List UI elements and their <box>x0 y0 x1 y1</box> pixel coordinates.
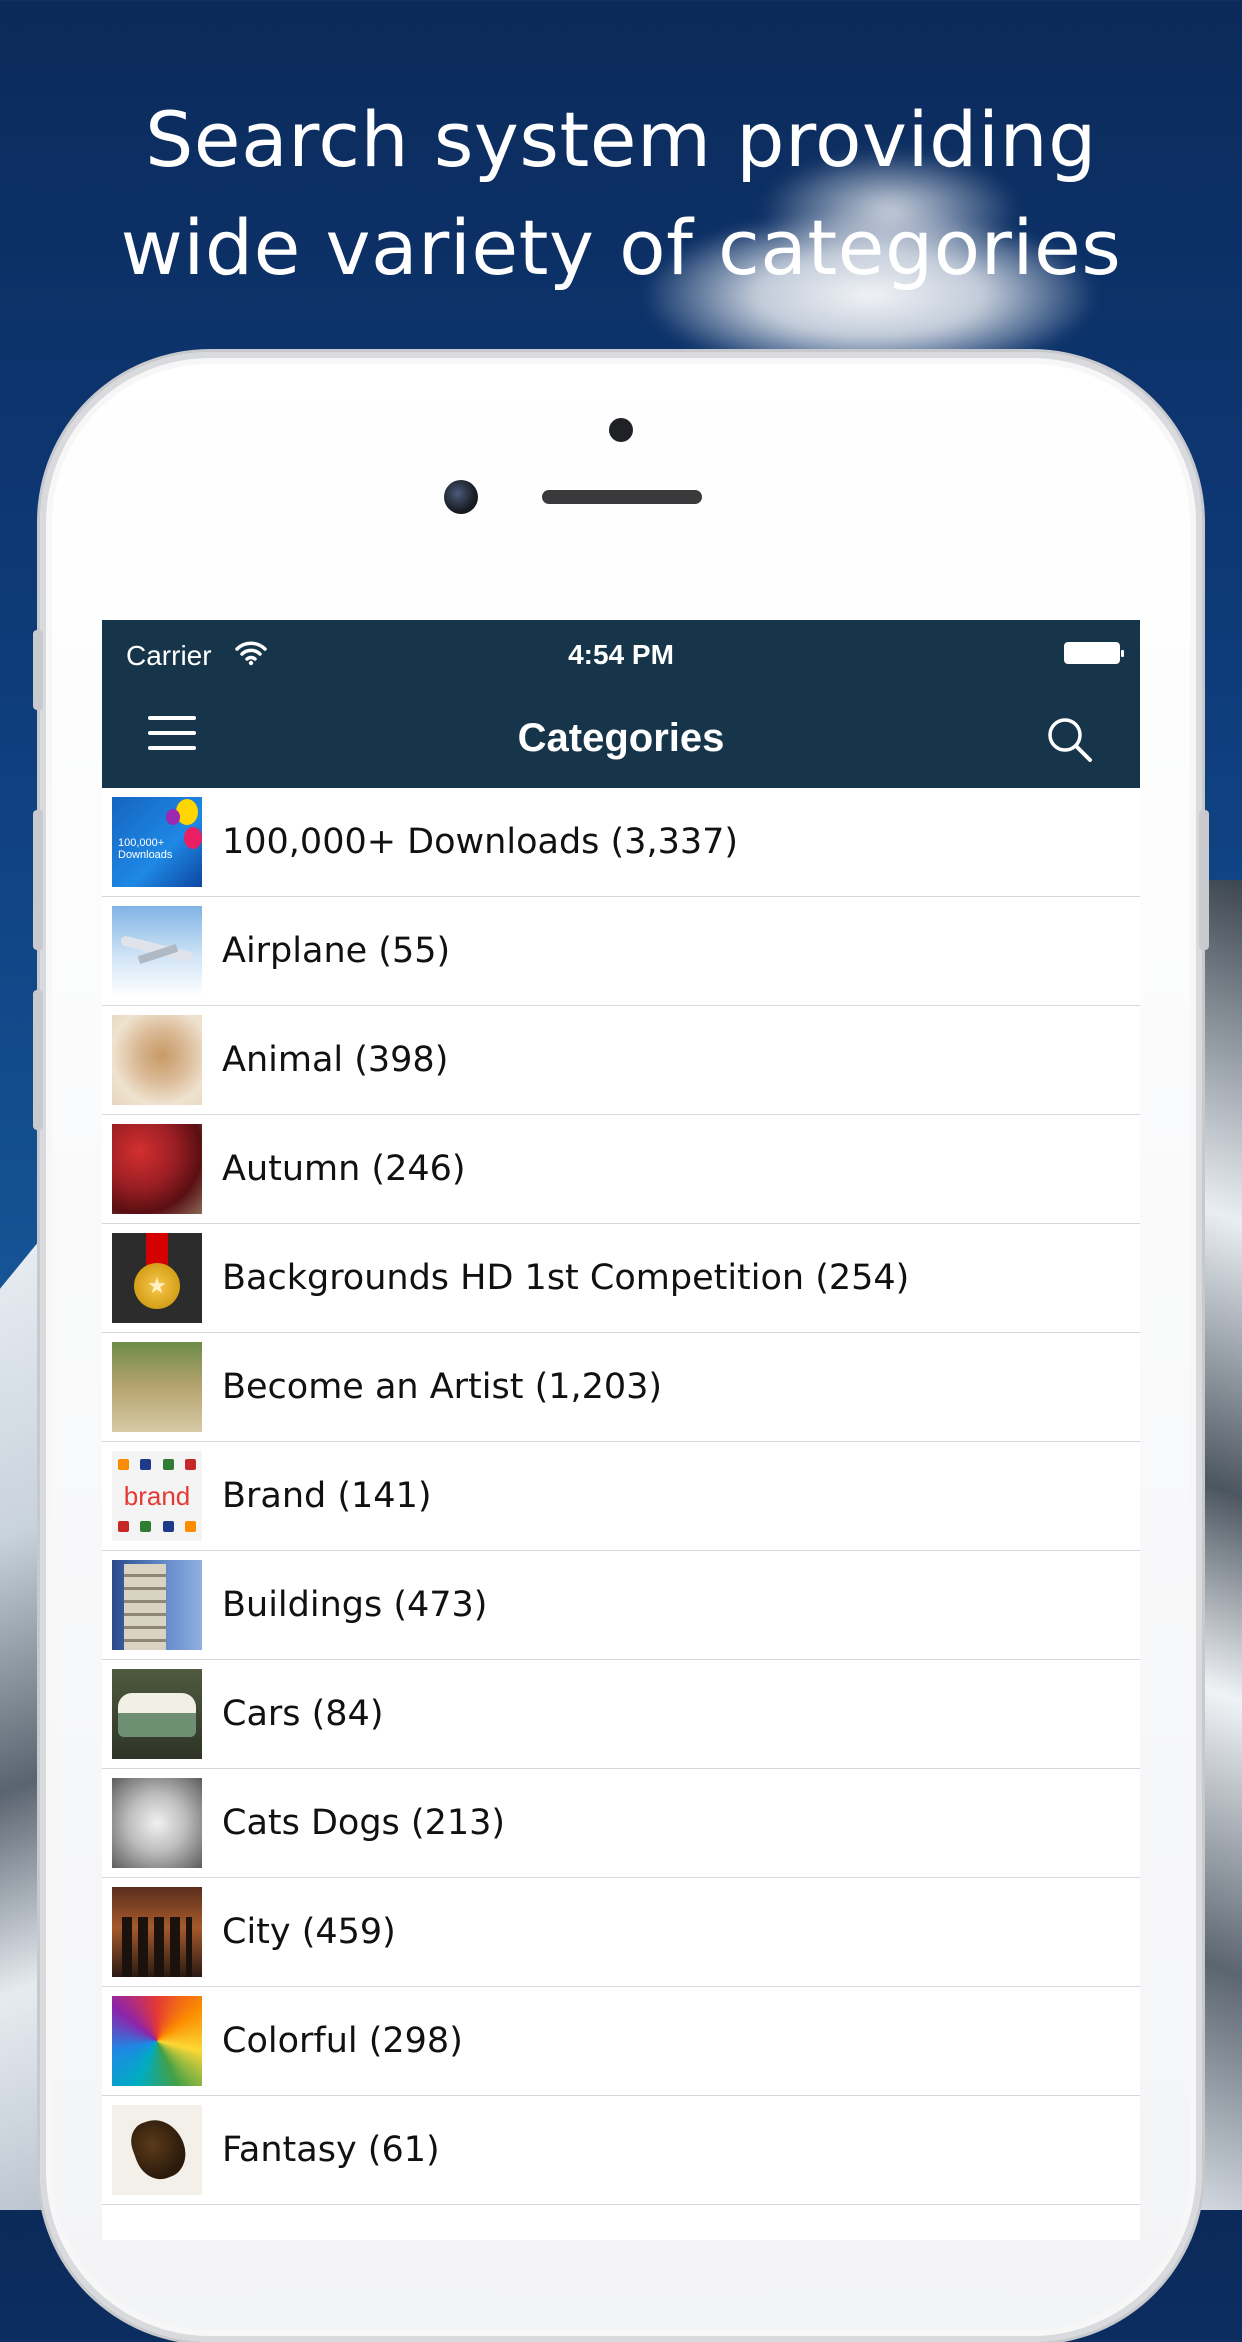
category-thumbnail <box>112 1887 202 1977</box>
promo-headline: Search system providing wide variety of … <box>0 86 1242 302</box>
list-item[interactable]: Animal (398) <box>102 1006 1140 1115</box>
category-thumbnail: brand <box>112 1451 202 1541</box>
list-item-label: Cats Dogs (213) <box>222 1803 506 1843</box>
list-item-label: Autumn (246) <box>222 1149 466 1189</box>
list-item[interactable]: 100,000+ Downloads 100,000+ Downloads (3… <box>102 788 1140 897</box>
list-item[interactable]: Fantasy (61) <box>102 2096 1140 2205</box>
proximity-sensor <box>609 418 633 442</box>
list-item-label: City (459) <box>222 1912 396 1952</box>
search-button[interactable] <box>1044 714 1096 766</box>
list-item-label: Backgrounds HD 1st Competition (254) <box>222 1258 910 1298</box>
search-icon <box>1048 718 1092 762</box>
list-item[interactable]: Become an Artist (1,203) <box>102 1333 1140 1442</box>
list-item[interactable]: City (459) <box>102 1878 1140 1987</box>
list-item-label: Colorful (298) <box>222 2021 463 2061</box>
category-thumbnail: ★ <box>112 1233 202 1323</box>
list-item[interactable]: Autumn (246) <box>102 1115 1140 1224</box>
list-item-label: 100,000+ Downloads (3,337) <box>222 822 739 862</box>
category-thumbnail <box>112 1778 202 1868</box>
status-bar: Carrier 4:54 PM <box>102 620 1140 690</box>
list-item[interactable]: ★ Backgrounds HD 1st Competition (254) <box>102 1224 1140 1333</box>
category-thumbnail <box>112 1342 202 1432</box>
category-thumbnail <box>112 1015 202 1105</box>
list-item-label: Cars (84) <box>222 1694 384 1734</box>
list-item[interactable]: Buildings (473) <box>102 1551 1140 1660</box>
battery-icon <box>1064 642 1124 664</box>
navigation-bar: Categories <box>102 690 1140 788</box>
earpiece-speaker <box>542 490 702 504</box>
list-item-label: Airplane (55) <box>222 931 451 971</box>
hamburger-menu-icon <box>142 716 202 750</box>
phone-screen: Carrier 4:54 PM Categories 100,000+ Down… <box>102 620 1140 2240</box>
category-thumbnail <box>112 1996 202 2086</box>
menu-button[interactable] <box>142 716 202 762</box>
thumbnail-text: 100,000+ Downloads <box>118 837 173 861</box>
category-list: 100,000+ Downloads 100,000+ Downloads (3… <box>102 788 1140 2240</box>
list-item[interactable]: Colorful (298) <box>102 1987 1140 2096</box>
category-thumbnail <box>112 906 202 996</box>
status-time: 4:54 PM <box>568 639 674 670</box>
category-thumbnail: 100,000+ Downloads <box>112 797 202 887</box>
category-thumbnail <box>112 1124 202 1214</box>
front-camera <box>444 480 478 514</box>
headline-line-1: Search system providing <box>145 95 1097 184</box>
thumbnail-text: brand <box>123 1481 191 1511</box>
list-item-label: Become an Artist (1,203) <box>222 1367 663 1407</box>
list-item[interactable]: Airplane (55) <box>102 897 1140 1006</box>
list-item[interactable]: brand Brand (141) <box>102 1442 1140 1551</box>
list-item-label: Animal (398) <box>222 1040 449 1080</box>
power-button <box>1199 810 1209 950</box>
list-item-label: Fantasy (61) <box>222 2130 440 2170</box>
category-thumbnail <box>112 1560 202 1650</box>
list-item-label: Brand (141) <box>222 1476 432 1516</box>
list-item[interactable]: Cats Dogs (213) <box>102 1769 1140 1878</box>
category-thumbnail <box>112 2105 202 2195</box>
mute-switch <box>33 630 43 710</box>
list-item-label: Buildings (473) <box>222 1585 488 1625</box>
volume-up-button <box>33 810 43 950</box>
volume-down-button <box>33 990 43 1130</box>
page-title: Categories <box>517 716 725 760</box>
list-item[interactable]: Cars (84) <box>102 1660 1140 1769</box>
category-thumbnail <box>112 1669 202 1759</box>
headline-line-2: wide variety of categories <box>120 203 1122 292</box>
